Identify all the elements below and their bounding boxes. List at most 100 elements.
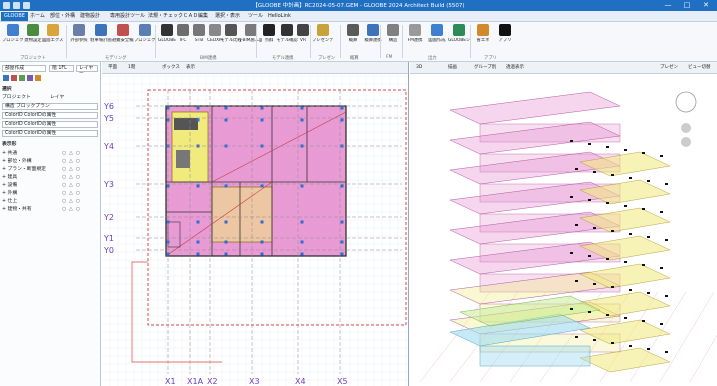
colorid-row-2[interactable]: ColorID ColorIDの属性 [2, 121, 98, 128]
ribbon-button-model-compare[interactable]: モデル比較 [220, 24, 242, 54]
radio-layer[interactable]: レイヤ [50, 94, 98, 101]
column-marker[interactable] [340, 106, 344, 110]
column-marker[interactable] [300, 118, 304, 122]
column-marker[interactable] [300, 220, 304, 224]
3d-view[interactable]: 3D 描画 グループ別 透過表示 プレゼン ビュー切替 [410, 62, 717, 386]
plan-view[interactable]: 平面 1階 ボックス 表示 Y6 Y5 Y4 Y3 Y2 Y1 Y0 X1 X1A X2 X3 X4 X5 [102, 62, 409, 386]
edit-tools-icon[interactable] [2, 74, 98, 82]
lower-floor-volume[interactable] [479, 345, 591, 367]
column-marker[interactable] [340, 240, 344, 244]
category-item[interactable]: + 部位・外構 ○△○ [2, 158, 98, 165]
3d-building-model[interactable] [410, 62, 717, 386]
menu-tab-5[interactable]: 法規・チェック [148, 12, 183, 21]
command-field[interactable]: 部屋作成 [2, 65, 46, 72]
column-marker[interactable] [224, 184, 228, 188]
menu-tab-4[interactable]: 専用設計ツール [110, 12, 145, 21]
category-item[interactable]: + 建物・共有 ○△○ [2, 206, 98, 213]
column-marker[interactable] [300, 184, 304, 188]
column-marker[interactable] [300, 106, 304, 110]
visibility-toggle-icon[interactable]: ○△○ [62, 158, 83, 165]
visibility-toggle-icon[interactable]: ○△○ [62, 190, 83, 197]
ribbon-button-project-link[interactable]: プロジェクトリンク [134, 24, 156, 54]
column-marker[interactable] [260, 240, 264, 244]
column-marker[interactable] [196, 118, 200, 122]
column-marker[interactable] [260, 252, 264, 256]
fixture-mark [665, 239, 668, 241]
minimize-button[interactable]: — [659, 1, 677, 10]
menu-tab-6[interactable]: ＣＡＤ編集 [183, 12, 208, 21]
column-marker[interactable] [196, 240, 200, 244]
ribbon-button-external-ref[interactable]: 外部参照 [68, 24, 90, 54]
visibility-toggle-icon[interactable]: ○△○ [62, 174, 83, 181]
menu-tab-0[interactable]: GLOOBE [1, 12, 28, 21]
menu-tab-9[interactable]: HelloLink [268, 12, 291, 21]
menu-tab-2[interactable]: 部位・外構 [50, 12, 75, 21]
ribbon-button-explorer[interactable]: 図面エクスプローラー [42, 24, 64, 54]
category-item[interactable]: + 建具 ○△○ [2, 174, 98, 181]
room-zone[interactable] [211, 186, 273, 243]
elevator-block[interactable] [176, 150, 190, 168]
floor-select[interactable]: 階 1FL [49, 65, 74, 72]
ribbon-button-evacuation[interactable]: 避難安全検証 [112, 24, 134, 54]
column-marker[interactable] [196, 220, 200, 224]
colorid-row-1[interactable]: ColorID ColorIDの属性 [2, 112, 98, 119]
visibility-toggle-icon[interactable]: ○△○ [62, 166, 83, 173]
category-item[interactable]: + 設備 ○△○ [2, 182, 98, 189]
ribbon-button-presentation[interactable]: プレゼンデータ作成 [312, 24, 334, 54]
ribbon-button-label: プロジェクトリンク [134, 38, 156, 43]
filter-select[interactable]: 構造 ブロックプラン [2, 103, 98, 110]
column-marker[interactable] [224, 220, 228, 224]
ribbon-button-project[interactable]: プロジェクト [2, 24, 24, 54]
layer-select[interactable]: レイヤー [76, 65, 98, 76]
visibility-toggle-icon[interactable]: ○△○ [62, 198, 83, 205]
category-item[interactable]: + 外構 ○△○ [2, 190, 98, 197]
ribbon-button-drawing[interactable]: 図面作成 [426, 24, 448, 54]
close-button[interactable]: ✕ [697, 1, 715, 10]
maximize-button[interactable]: □ [678, 1, 696, 10]
column-marker[interactable] [260, 118, 264, 122]
stair-block[interactable] [174, 118, 198, 130]
column-marker[interactable] [196, 252, 200, 256]
road-line[interactable] [131, 261, 222, 363]
column-marker[interactable] [340, 118, 344, 122]
visibility-toggle-icon[interactable]: ○△○ [62, 206, 83, 213]
category-item[interactable]: + 仕上 ○△○ [2, 198, 98, 205]
visibility-toggle-icon[interactable]: ○△○ [62, 182, 83, 189]
column-marker[interactable] [224, 118, 228, 122]
column-marker[interactable] [224, 252, 228, 256]
column-marker[interactable] [340, 252, 344, 256]
column-marker[interactable] [224, 106, 228, 110]
ribbon-button-estimate[interactable]: 概算 [342, 24, 364, 54]
ribbon-button-sheet[interactable]: GLOOBEシート [448, 24, 470, 54]
colorid-row-3[interactable]: ColorID ColorIDの属性 [2, 130, 98, 137]
ribbon-button-app[interactable]: アプリ [494, 24, 516, 54]
ribbon-button-building-settings[interactable]: 建物設定 [22, 24, 44, 54]
column-marker[interactable] [196, 106, 200, 110]
ribbon-button-energy[interactable]: 省エネ [472, 24, 494, 54]
category-item[interactable]: + 共通 ○△○ [2, 150, 98, 157]
view-compass-icon[interactable] [675, 91, 697, 113]
radio-project[interactable]: プロジェクト [2, 94, 47, 101]
floor-plan-drawing[interactable]: Y6 Y5 Y4 Y3 Y2 Y1 Y0 X1 X1A X2 X3 X4 X5 [102, 62, 409, 386]
column-marker[interactable] [340, 220, 344, 224]
ribbon-button-fm[interactable]: FM連携 [404, 24, 426, 54]
menu-tab-3[interactable]: 建物設計 [80, 12, 100, 21]
ribbon-button-parking[interactable]: 駐車場計画 [90, 24, 112, 54]
column-marker[interactable] [260, 184, 264, 188]
floor-slab[interactable] [449, 91, 621, 125]
column-marker[interactable] [260, 220, 264, 224]
column-marker[interactable] [260, 106, 264, 110]
visibility-toggle-icon[interactable]: ○△○ [62, 150, 83, 157]
menu-tab-7[interactable]: 選択・表示 [215, 12, 240, 21]
column-marker[interactable] [196, 184, 200, 188]
column-marker[interactable] [300, 240, 304, 244]
menu-tab-8[interactable]: ツール [248, 12, 263, 21]
pan-control-icon[interactable] [681, 137, 691, 147]
zoom-control-icon[interactable] [681, 123, 691, 133]
column-marker[interactable] [340, 184, 344, 188]
column-marker[interactable] [300, 252, 304, 256]
menu-tab-1[interactable]: ホーム [30, 12, 45, 21]
ribbon-button-structure[interactable]: 構造 [382, 24, 404, 54]
category-item[interactable]: + プラン・断面規定 ○△○ [2, 166, 98, 173]
column-marker[interactable] [224, 240, 228, 244]
